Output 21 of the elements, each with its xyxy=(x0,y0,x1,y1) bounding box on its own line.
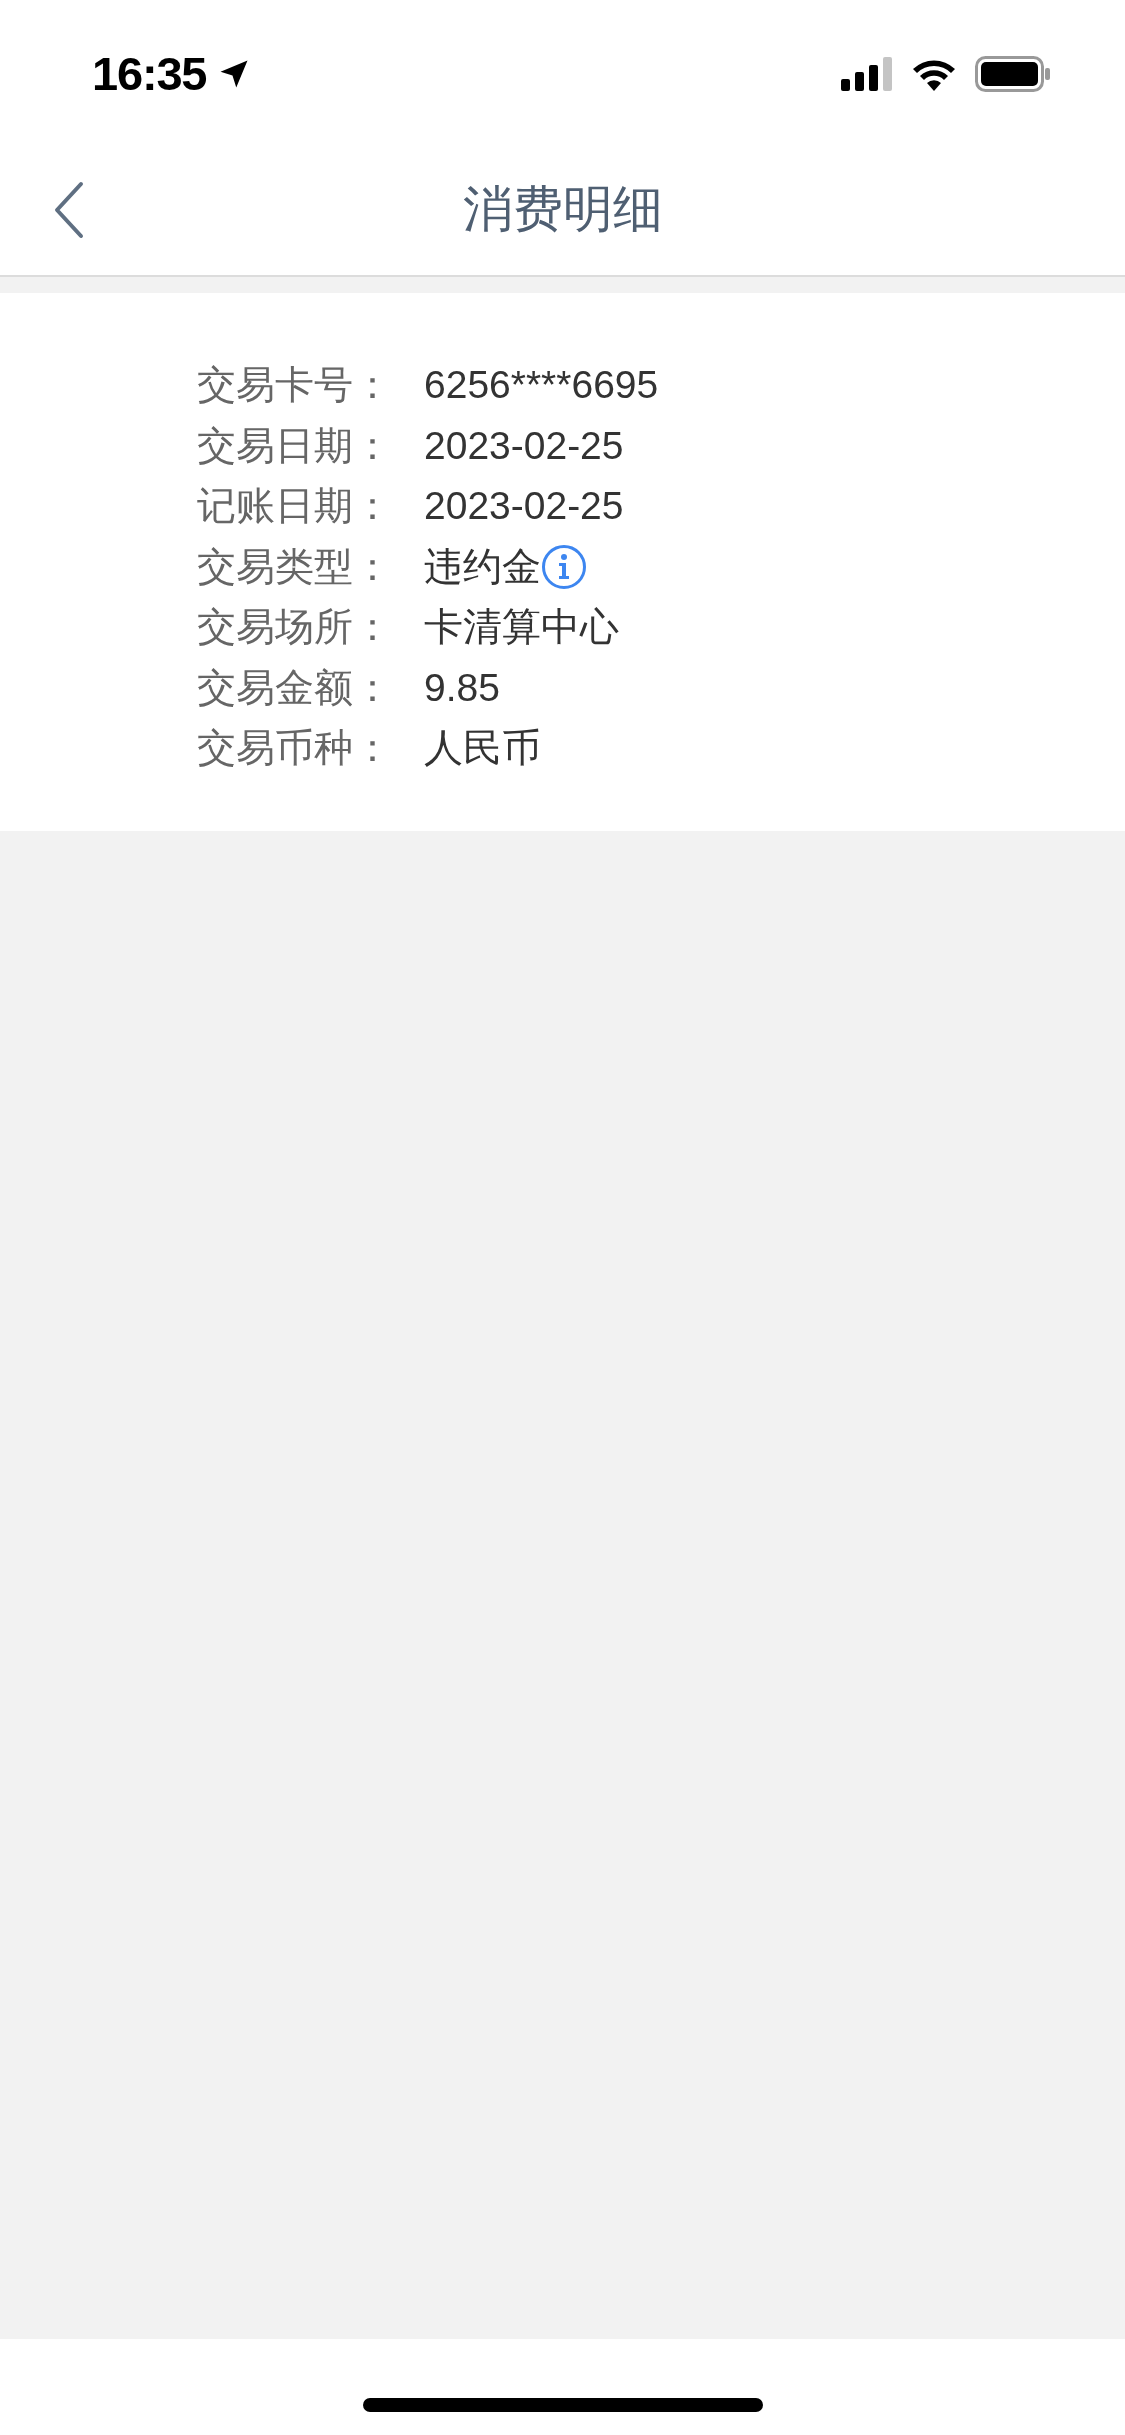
status-time: 16:35 xyxy=(92,45,207,102)
page-title: 消费明细 xyxy=(462,180,663,239)
detail-label: 交易日期： xyxy=(197,422,393,469)
detail-value: 2023-02-25 xyxy=(424,422,624,469)
detail-value: 人民币 xyxy=(424,725,541,771)
back-chevron-icon xyxy=(53,180,85,239)
detail-label: 交易卡号： xyxy=(197,362,393,408)
battery-icon xyxy=(975,56,1051,92)
detail-value: 9.85 xyxy=(424,664,500,711)
detail-label: 记账日期： xyxy=(197,483,393,529)
detail-value: 2023-02-25 xyxy=(424,483,624,529)
detail-label: 交易金额： xyxy=(197,664,393,711)
detail-value: 6256****6695 xyxy=(424,362,659,408)
wifi-icon xyxy=(911,57,957,91)
signal-icon xyxy=(841,57,893,91)
detail-value: 卡清算中心 xyxy=(424,604,619,650)
detail-label: 交易场所： xyxy=(197,604,393,650)
detail-label: 交易币种： xyxy=(197,725,393,771)
detail-value: 违约金 xyxy=(424,543,541,590)
detail-label: 交易类型： xyxy=(197,543,393,590)
info-icon[interactable] xyxy=(541,543,587,590)
